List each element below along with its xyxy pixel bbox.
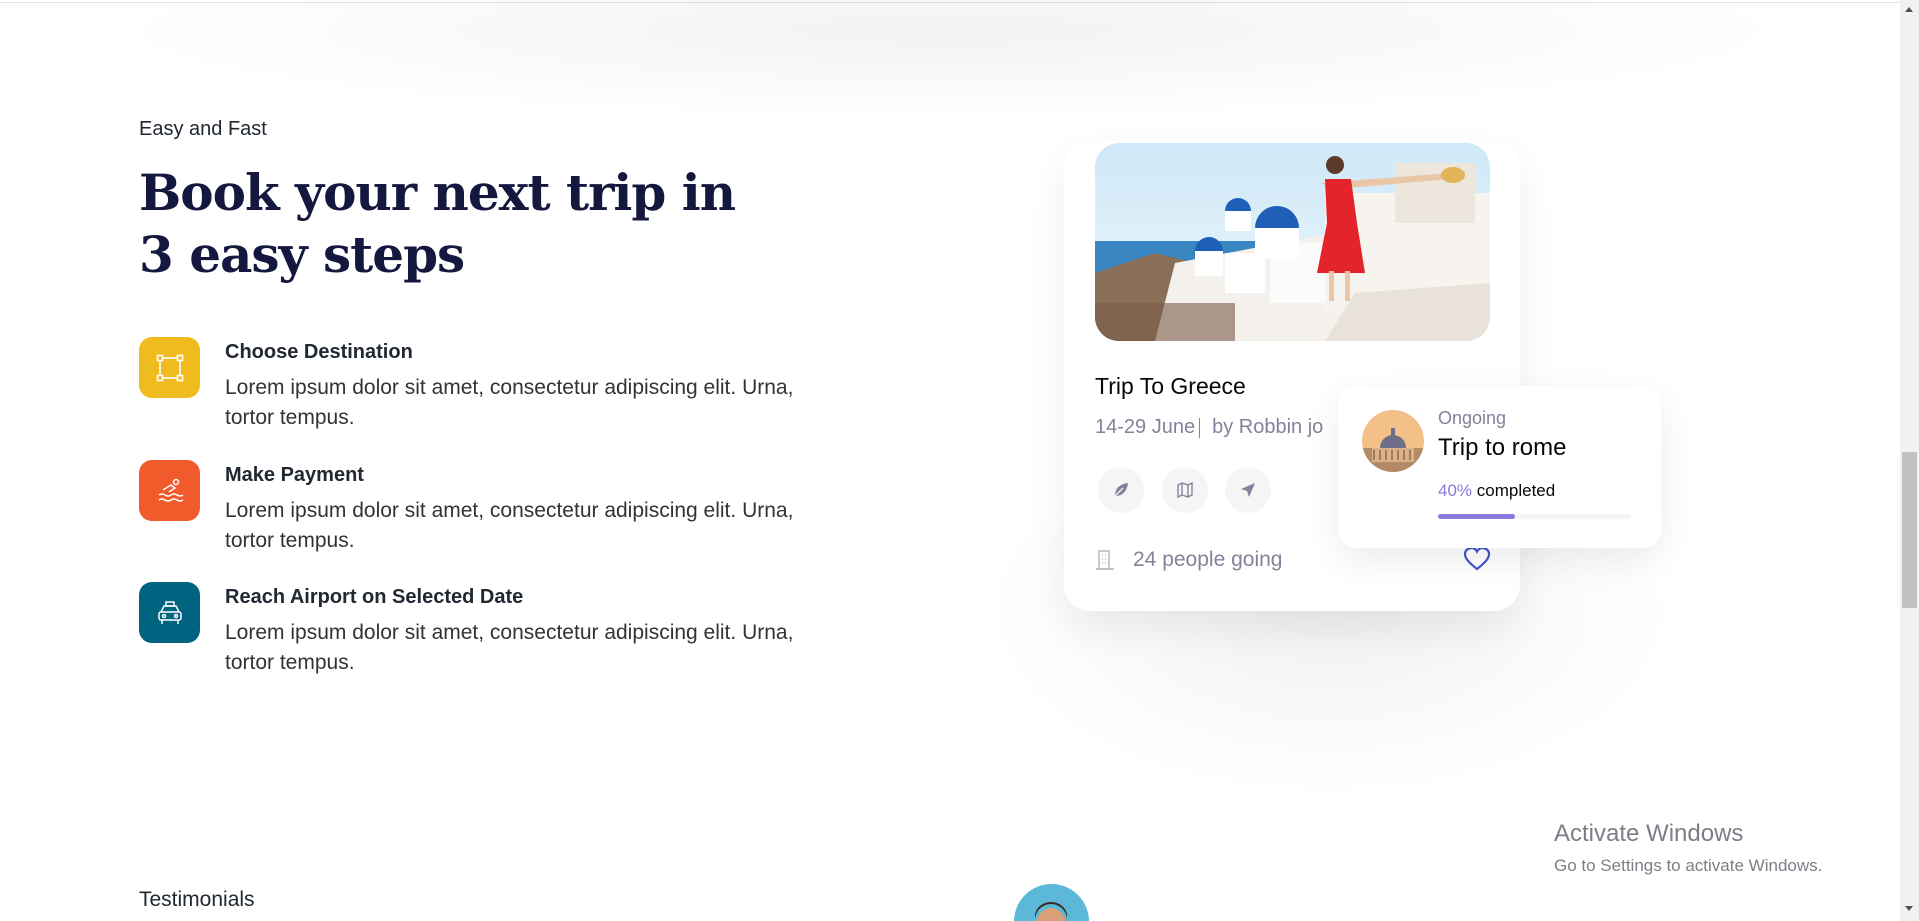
scroll-up-arrow-icon[interactable]	[1905, 7, 1913, 12]
trip-meta: 14-29 June by Robbin jo	[1095, 416, 1355, 439]
section-shadow	[100, 0, 1800, 120]
scrollbar-thumb[interactable]	[1902, 452, 1917, 608]
heart-icon[interactable]	[1463, 546, 1491, 577]
step-description: Lorem ipsum dolor sit amet, consectetur …	[225, 376, 794, 429]
step-reach-airport: Reach Airport on Selected Date Lorem ips…	[139, 582, 793, 682]
step-title: Reach Airport on Selected Date	[225, 586, 524, 608]
step-description: Lorem ipsum dolor sit amet, consectetur …	[225, 499, 794, 552]
trip-author: by Robbin jo	[1212, 416, 1324, 438]
ongoing-trip-card[interactable]: Ongoing Trip to rome 40% completed	[1338, 386, 1661, 548]
step-choose-destination: Choose Destination Lorem ipsum dolor sit…	[139, 337, 793, 437]
people-count: 24 people going	[1133, 548, 1283, 571]
watermark-subtitle: Go to Settings to activate Windows.	[1554, 856, 1823, 875]
testimonials-eyebrow: Testimonials	[139, 888, 255, 911]
ongoing-trip-title: Trip to rome	[1438, 434, 1567, 461]
section-heading: Book your next trip in 3 easy steps	[139, 163, 736, 284]
section-eyebrow: Easy and Fast	[139, 118, 267, 140]
progress-label: 40% completed	[1438, 481, 1555, 501]
send-icon[interactable]	[1225, 467, 1271, 513]
step-title: Make Payment	[225, 464, 364, 486]
map-icon[interactable]	[1162, 467, 1208, 513]
leaf-icon[interactable]	[1098, 467, 1144, 513]
windows-activation-watermark: Activate Windows Go to Settings to activ…	[1554, 820, 1822, 876]
step-description: Lorem ipsum dolor sit amet, consectetur …	[225, 621, 794, 674]
water-sport-icon	[139, 460, 200, 521]
meta-separator	[1199, 417, 1201, 438]
progress-bar	[1438, 514, 1631, 519]
progress-percent: 40%	[1438, 481, 1473, 500]
watermark-title: Activate Windows	[1554, 820, 1744, 847]
rome-avatar	[1362, 410, 1424, 472]
trip-status: Ongoing	[1438, 408, 1507, 428]
trip-dates: 14-29 June	[1095, 416, 1196, 438]
scroll-down-arrow-icon[interactable]	[1905, 906, 1913, 911]
trip-title: Trip To Greece	[1095, 373, 1246, 399]
taxi-icon	[139, 582, 200, 643]
selection-icon	[139, 337, 200, 398]
step-make-payment: Make Payment Lorem ipsum dolor sit amet,…	[139, 460, 793, 560]
progress-bar-fill	[1438, 514, 1516, 519]
progress-completed: completed	[1476, 481, 1556, 500]
people-going: 24 people going	[1095, 548, 1282, 572]
building-icon	[1096, 550, 1114, 570]
page-scrollbar[interactable]	[1900, 0, 1919, 921]
testimonial-avatar	[1014, 884, 1089, 921]
step-title: Choose Destination	[225, 341, 413, 363]
trip-image	[1095, 143, 1490, 341]
